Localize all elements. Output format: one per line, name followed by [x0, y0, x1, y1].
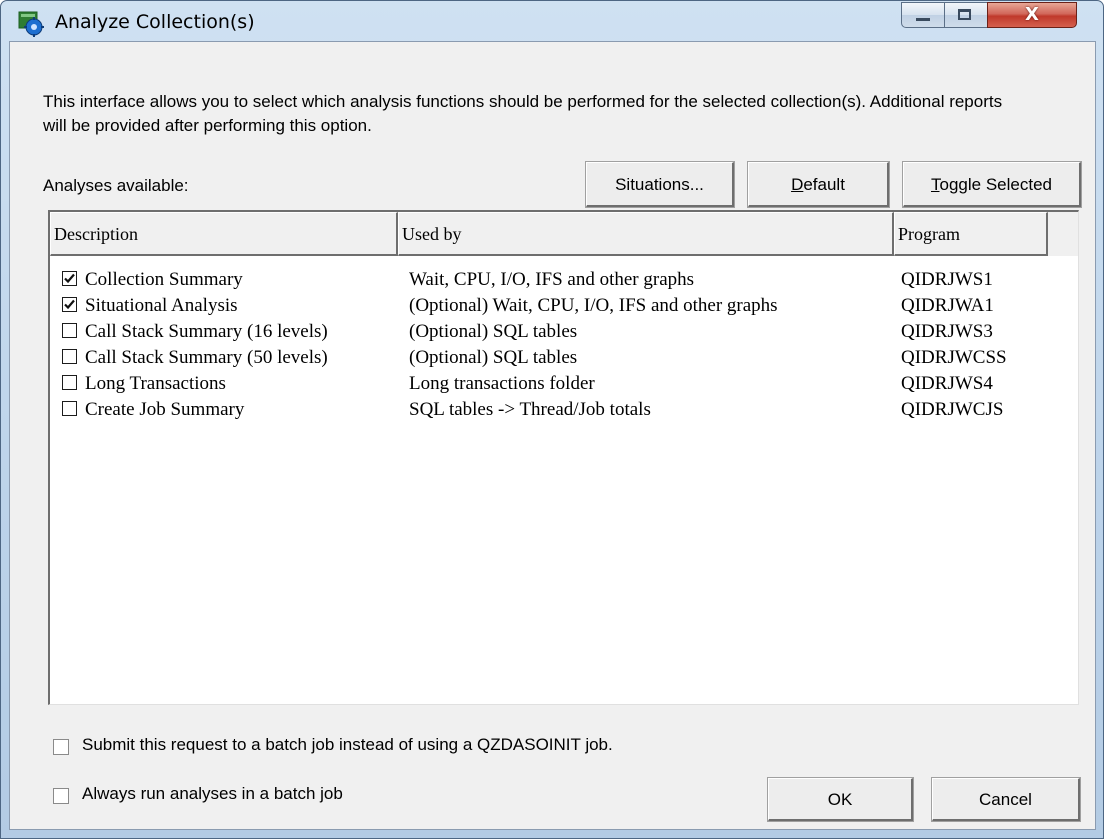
table-row[interactable]: Situational Analysis (Optional) Wait, CPU…: [50, 292, 1078, 318]
row-description: Create Job Summary: [85, 399, 245, 420]
table-row[interactable]: Create Job Summary SQL tables -> Thread/J…: [50, 396, 1078, 422]
list-header: Description Used by Program: [50, 212, 1078, 256]
column-header-used-by[interactable]: Used by: [398, 212, 894, 256]
row-description: Long Transactions: [85, 373, 226, 394]
row-program: QIDRJWS3: [901, 321, 993, 342]
submit-batch-checkbox[interactable]: [53, 739, 69, 755]
row-program: QIDRJWA1: [901, 295, 994, 316]
analyses-available-label: Analyses available:: [43, 176, 189, 195]
close-button[interactable]: X: [987, 2, 1077, 28]
column-header-program[interactable]: Program: [894, 212, 1048, 256]
always-batch-checkbox[interactable]: [53, 788, 69, 804]
row-checkbox[interactable]: [62, 349, 77, 364]
minimize-button[interactable]: [901, 2, 945, 28]
row-program: QIDRJWCJS: [901, 399, 1004, 420]
checkmark-icon: [64, 273, 75, 284]
minimize-icon: [916, 18, 930, 21]
title-bar[interactable]: Analyze Collection(s) X: [1, 1, 1103, 41]
toggle-mnemonic: T: [931, 175, 940, 194]
table-row[interactable]: Long Transactions Long transactions folde…: [50, 370, 1078, 396]
column-header-description[interactable]: Description: [50, 212, 398, 256]
row-used-by: Wait, CPU, I/O, IFS and other graphs: [409, 269, 695, 290]
row-program: QIDRJWCSS: [901, 347, 1007, 368]
default-label: efault: [803, 175, 845, 194]
analyses-list[interactable]: Description Used by Program Collection S…: [48, 210, 1079, 705]
row-program: QIDRJWS4: [901, 373, 993, 394]
row-program: QIDRJWS1: [901, 269, 993, 290]
toggle-label: oggle Selected: [939, 175, 1052, 194]
row-checkbox[interactable]: [62, 401, 77, 416]
window-title: Analyze Collection(s): [55, 11, 255, 33]
row-description: Situational Analysis: [85, 295, 238, 316]
row-used-by: Long transactions folder: [409, 373, 595, 394]
row-description: Collection Summary: [85, 269, 243, 290]
close-icon: X: [1025, 4, 1039, 25]
table-row[interactable]: Collection Summary Wait, CPU, I/O, IFS an…: [50, 266, 1078, 292]
row-checkbox[interactable]: [62, 297, 77, 312]
maximize-icon: [958, 9, 971, 20]
checkmark-icon: [64, 299, 75, 310]
default-mnemonic: D: [791, 175, 804, 194]
row-checkbox[interactable]: [62, 271, 77, 286]
list-rows: Collection Summary Wait, CPU, I/O, IFS an…: [50, 266, 1078, 422]
row-used-by: (Optional) SQL tables: [409, 321, 578, 342]
row-used-by: (Optional) Wait, CPU, I/O, IFS and other…: [409, 295, 778, 316]
row-used-by: (Optional) SQL tables: [409, 347, 578, 368]
table-row[interactable]: Call Stack Summary (50 levels) (Optional)…: [50, 344, 1078, 370]
submit-batch-label[interactable]: Submit this request to a batch job inste…: [82, 735, 613, 755]
row-used-by: SQL tables -> Thread/Job totals: [409, 399, 651, 420]
row-checkbox[interactable]: [62, 375, 77, 390]
always-batch-label[interactable]: Always run analyses in a batch job: [82, 784, 343, 804]
row-description: Call Stack Summary (16 levels): [85, 321, 328, 342]
row-description: Call Stack Summary (50 levels): [85, 347, 328, 368]
intro-text: This interface allows you to select whic…: [43, 92, 1003, 135]
table-row[interactable]: Call Stack Summary (16 levels) (Optional)…: [50, 318, 1078, 344]
gear-app-icon: [18, 11, 44, 37]
default-button[interactable]: Default: [747, 161, 890, 208]
toggle-selected-button[interactable]: Toggle Selected: [902, 161, 1082, 208]
cancel-button[interactable]: Cancel: [931, 777, 1081, 822]
maximize-button[interactable]: [944, 2, 988, 28]
ok-button[interactable]: OK: [767, 777, 914, 822]
situations-button[interactable]: Situations...: [585, 161, 735, 208]
row-checkbox[interactable]: [62, 323, 77, 338]
